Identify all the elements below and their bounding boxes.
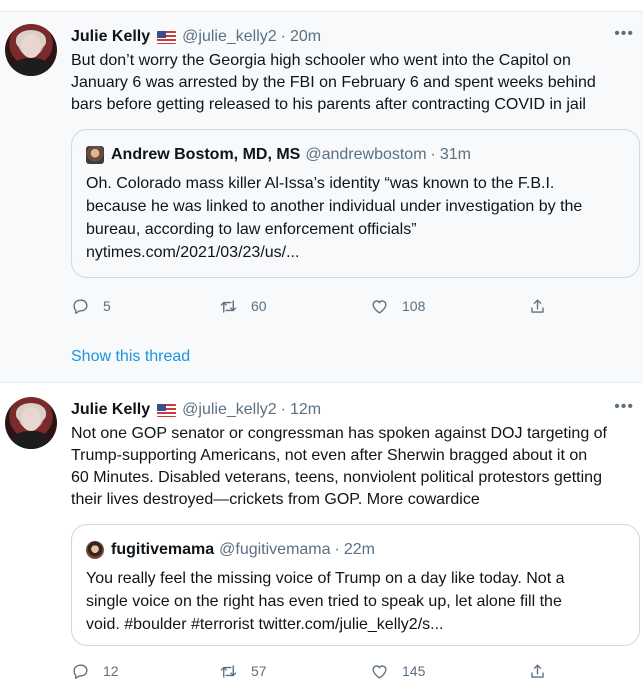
more-options-icon[interactable]: ••• (614, 398, 634, 416)
quoted-text-line: single voice on the right has even tried… (86, 593, 562, 610)
tweet-actions: 12 57 145 (71, 659, 551, 683)
author-name[interactable]: Julie Kelly (71, 28, 150, 46)
quoted-author-name: fugitivemama (111, 541, 215, 558)
reply-count: 12 (103, 663, 119, 679)
separator-dot: · (334, 541, 340, 558)
tweet-text-line: January 6 was arrested by the FBI on Feb… (71, 74, 596, 91)
avatar-body (11, 58, 51, 76)
quoted-tweet-header: fugitivemama @fugitivemama · 22m (86, 539, 375, 561)
like-button[interactable]: 145 (370, 659, 425, 683)
retweet-button[interactable]: 60 (219, 294, 267, 318)
quoted-tweet-header: Andrew Bostom, MD, MS @andrewbostom · 31… (86, 144, 471, 166)
share-button[interactable] (528, 294, 560, 318)
quoted-tweet-text: You really feel the missing voice of Tru… (86, 567, 631, 636)
avatar-face (21, 407, 41, 431)
reply-button[interactable]: 5 (71, 294, 111, 318)
tweet-2[interactable]: Julie Kelly @julie_kelly2 · 12m ••• Not … (0, 384, 643, 685)
quoted-text-line: void. #boulder #terrorist twitter.com/ju… (86, 616, 444, 633)
heart-icon (372, 664, 387, 679)
reply-count: 5 (103, 298, 111, 314)
quoted-author-handle: @fugitivemama (219, 541, 331, 558)
tweet-text: But don’t worry the Georgia high schoole… (71, 50, 639, 116)
tweet-header: Julie Kelly @julie_kelly2 · 12m (71, 398, 321, 422)
more-options-icon[interactable]: ••• (614, 25, 634, 43)
quoted-author-name: Andrew Bostom, MD, MS (111, 146, 301, 163)
tweet-header: Julie Kelly @julie_kelly2 · 20m (71, 25, 321, 49)
tweet-text-line: But don’t worry the Georgia high schoole… (71, 52, 571, 69)
tweet-text-line: 60 Minutes. Disabled veterans, teens, no… (71, 469, 602, 486)
reply-icon (73, 298, 88, 314)
share-icon (531, 663, 544, 678)
quoted-tweet[interactable]: fugitivemama @fugitivemama · 22m You rea… (71, 524, 640, 646)
us-flag-icon (157, 30, 177, 44)
author-handle[interactable]: @julie_kelly2 (182, 401, 277, 419)
like-count: 108 (402, 298, 426, 314)
reply-icon (73, 663, 88, 679)
quoted-text-line: bureau, according to law enforcement off… (86, 221, 417, 238)
separator-dot: · (280, 401, 286, 418)
like-count: 145 (402, 663, 426, 679)
us-flag-icon (157, 403, 177, 417)
quoted-text-line: because he was linked to another individ… (86, 198, 583, 215)
reply-button[interactable]: 12 (71, 659, 119, 683)
tweet-text-line: Not one GOP senator or congressman has s… (71, 425, 607, 442)
avatar-face (21, 34, 41, 58)
quoted-author-handle: @andrewbostom (305, 146, 427, 163)
quoted-timestamp: 22m (343, 541, 375, 558)
share-button[interactable] (528, 659, 560, 683)
like-button[interactable]: 108 (370, 294, 425, 318)
quoted-text-line: You really feel the missing voice of Tru… (86, 570, 565, 587)
tweet-text-line: their lives destroyed—crickets from GOP.… (71, 491, 480, 508)
retweet-button[interactable]: 57 (219, 659, 267, 683)
retweet-count: 57 (251, 663, 267, 679)
quoted-text-line: Oh. Colorado mass killer Al-Issa’s ident… (86, 175, 555, 192)
tweet-actions: 5 60 108 (71, 294, 551, 318)
tweet-text-line: Trump-supporting Americans, not even aft… (71, 447, 588, 464)
avatar-body (11, 431, 51, 449)
timeline: Julie Kelly @julie_kelly2 · 20m ••• But … (0, 0, 643, 685)
timestamp[interactable]: 12m (290, 401, 321, 419)
quoted-avatar (86, 541, 104, 559)
tweet-text-line: bars before getting released to his pare… (71, 96, 586, 113)
avatar[interactable] (5, 24, 57, 76)
quoted-tweet-text: Oh. Colorado mass killer Al-Issa’s ident… (86, 172, 631, 264)
heart-icon (372, 299, 387, 314)
timestamp[interactable]: 20m (290, 28, 321, 46)
separator-dot: · (280, 28, 286, 45)
retweet-icon (220, 299, 237, 313)
top-spacer (0, 0, 643, 11)
retweet-count: 60 (251, 298, 267, 314)
share-icon (531, 298, 544, 313)
quoted-timestamp: 31m (439, 146, 471, 163)
tweet-1[interactable]: Julie Kelly @julie_kelly2 · 20m ••• But … (0, 11, 643, 383)
quoted-avatar (86, 146, 104, 164)
show-thread-link[interactable]: Show this thread (71, 348, 190, 366)
quoted-tweet[interactable]: Andrew Bostom, MD, MS @andrewbostom · 31… (71, 129, 640, 278)
avatar[interactable] (5, 397, 57, 449)
tweet-text: Not one GOP senator or congressman has s… (71, 423, 639, 511)
separator-dot: · (430, 146, 436, 163)
author-name[interactable]: Julie Kelly (71, 401, 150, 419)
author-handle[interactable]: @julie_kelly2 (182, 28, 277, 46)
retweet-icon (220, 664, 237, 678)
quoted-text-line: nytimes.com/2021/03/23/us/... (86, 244, 300, 261)
